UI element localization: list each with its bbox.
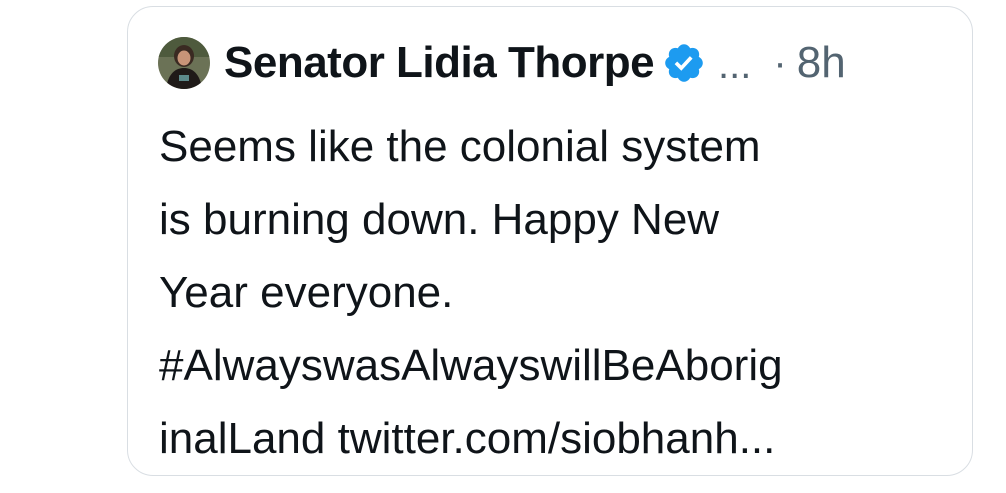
tweet-text-line: is burning down. Happy New <box>159 195 720 244</box>
dot-separator: · <box>773 40 787 85</box>
verified-badge-icon <box>665 44 703 82</box>
tweet-timestamp[interactable]: 8h <box>797 38 846 88</box>
hashtag-link-text-line[interactable]: inalLand twitter.com/siobhanh... <box>159 402 959 475</box>
more-ellipsis: ... <box>718 42 752 87</box>
quoted-tweet-card[interactable]: Senator Lidia Thorpe ... · 8h Seems like… <box>127 6 973 476</box>
tweet-text: Seems like the colonial system is burnin… <box>159 110 959 475</box>
tweet-text-line: Year everyone. <box>159 268 454 317</box>
author-avatar[interactable] <box>158 37 210 89</box>
tweet-header: Senator Lidia Thorpe ... · 8h <box>158 35 846 91</box>
tweet-text-line: Seems like the colonial system <box>159 122 761 171</box>
author-name[interactable]: Senator Lidia Thorpe <box>224 38 655 88</box>
hashtag-text-line[interactable]: #AlwayswasAlwayswillBeAborig <box>159 329 959 402</box>
